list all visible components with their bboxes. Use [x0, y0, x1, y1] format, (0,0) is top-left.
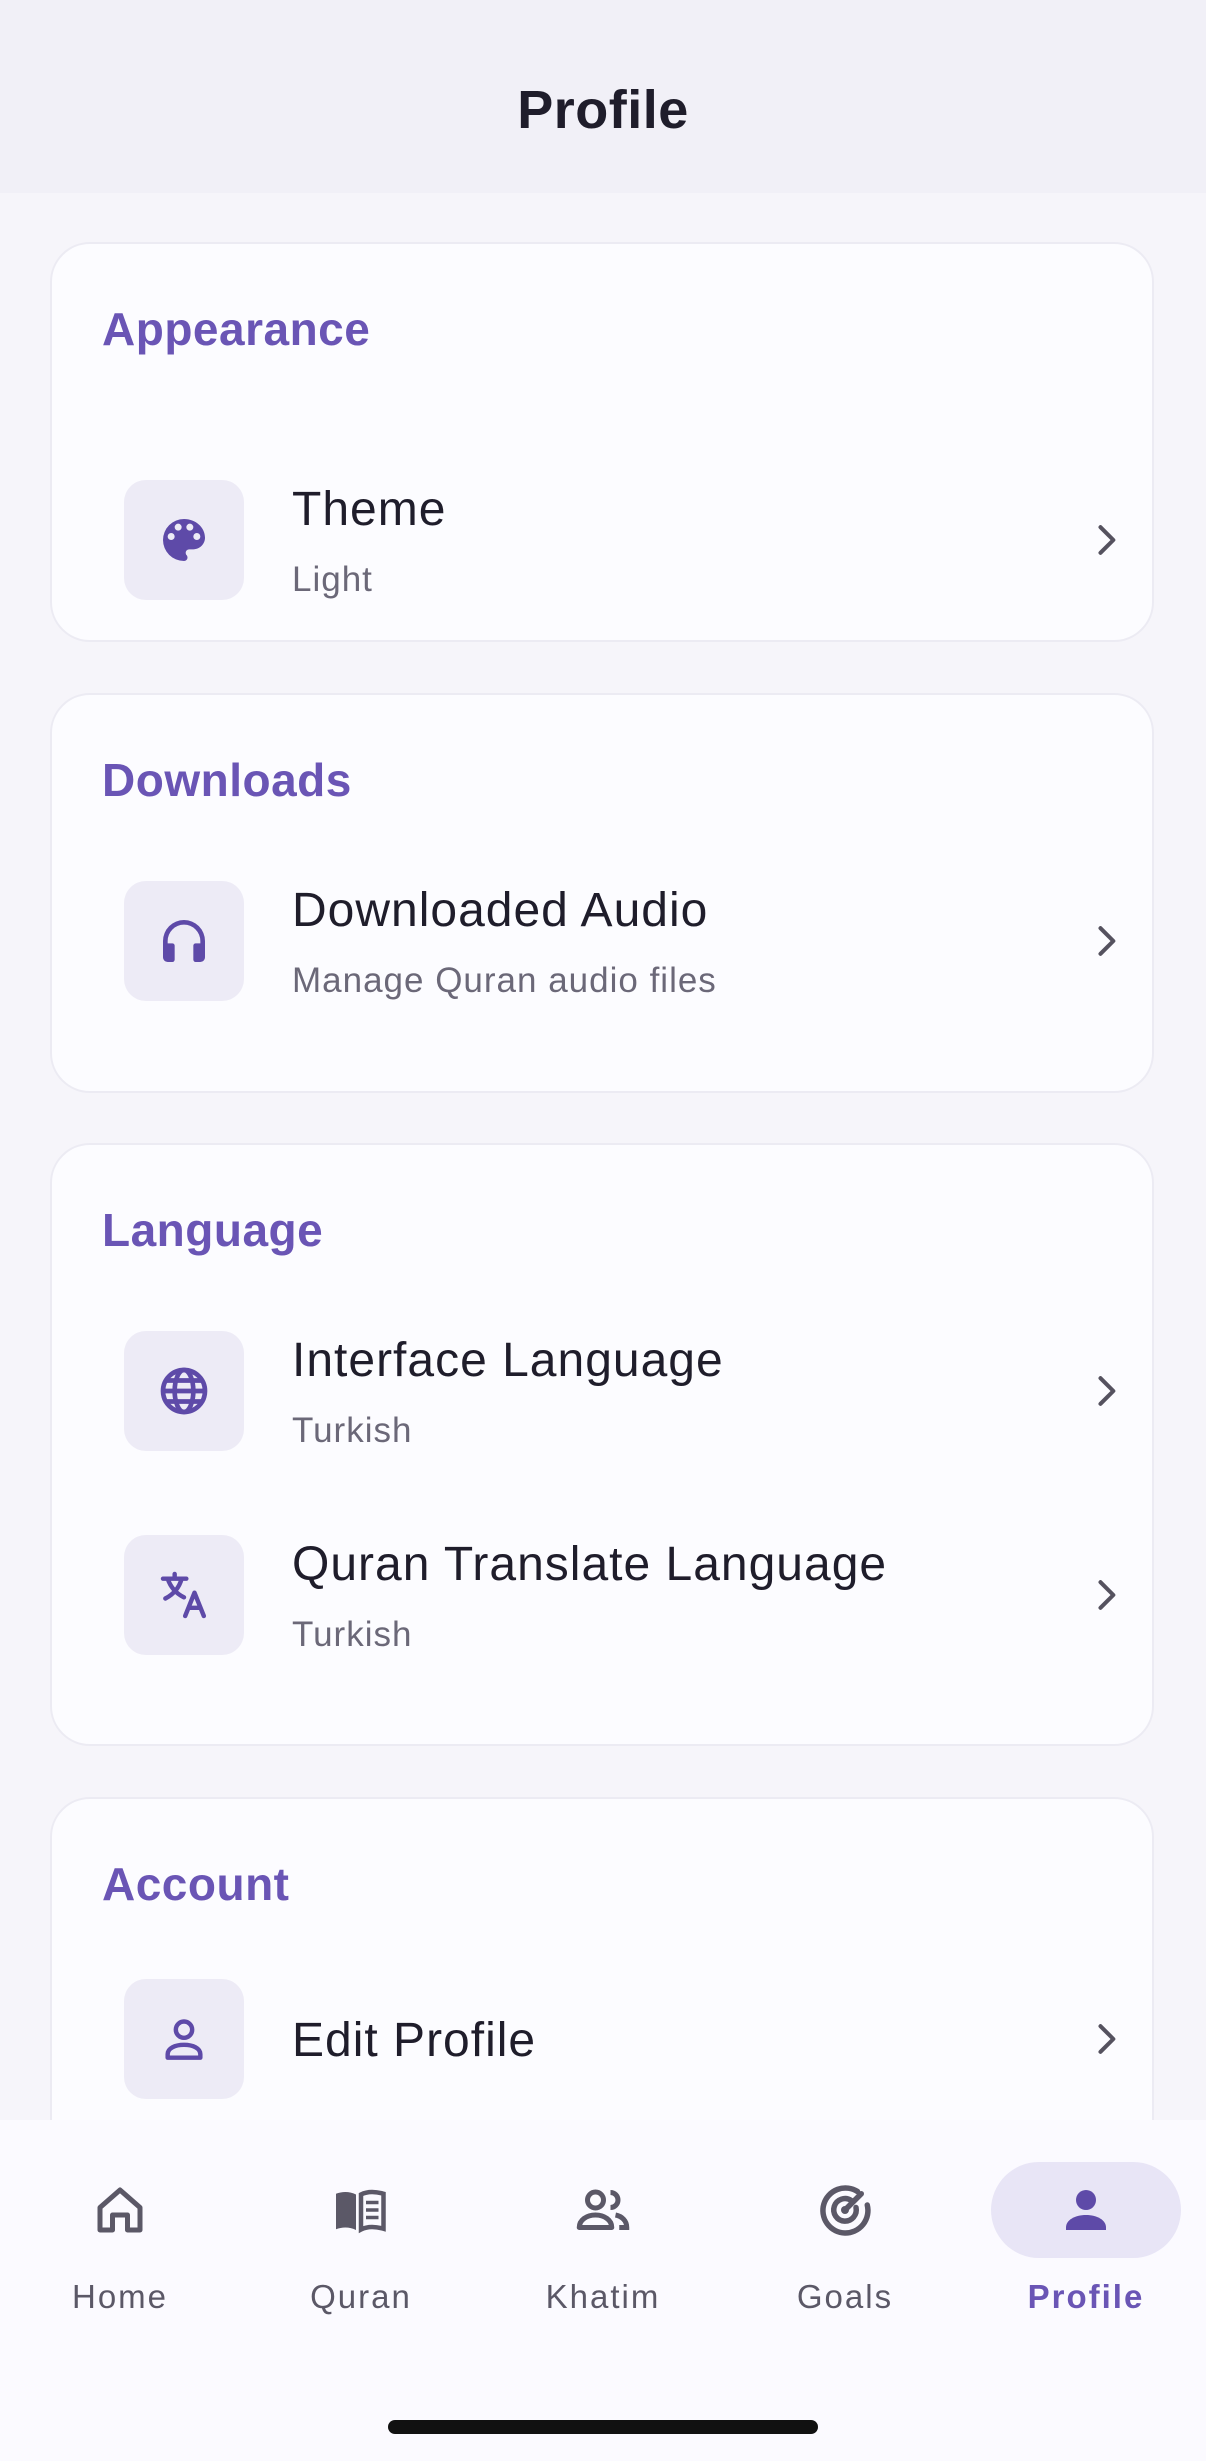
- tab-profile[interactable]: Profile: [991, 2162, 1181, 2315]
- theme-row[interactable]: Theme Light: [124, 480, 1124, 610]
- account-card: Account Edit Profile: [50, 1797, 1154, 2120]
- quran-translate-language-title: Quran Translate Language: [292, 1538, 888, 1591]
- chevron-right-icon: [1098, 2024, 1116, 2054]
- tab-label-goals: Goals: [796, 2278, 894, 2315]
- downloaded-audio-row[interactable]: Downloaded Audio Manage Quran audio file…: [124, 881, 1124, 1011]
- open-book-icon: [336, 2189, 386, 2234]
- top-app-bar: Profile: [0, 0, 1206, 193]
- tab-label-home: Home: [71, 2278, 169, 2315]
- translate-icon: [124, 1535, 244, 1655]
- page-title: Profile: [517, 80, 689, 140]
- interface-language-row[interactable]: Interface Language Turkish: [124, 1331, 1124, 1461]
- downloaded-audio-subtitle: Manage Quran audio files: [292, 961, 717, 1000]
- quran-translate-language-row[interactable]: Quran Translate Language Turkish: [124, 1535, 1124, 1665]
- target-icon: [820, 2185, 871, 2236]
- section-title-language: Language: [102, 1204, 324, 1256]
- settings-list[interactable]: Appearance Theme Light Downloads Downloa…: [0, 193, 1206, 2120]
- section-title-account: Account: [102, 1858, 290, 1910]
- appearance-card: Appearance Theme Light: [50, 242, 1154, 642]
- chevron-right-icon: [1098, 525, 1116, 555]
- theme-value: Light: [292, 560, 373, 599]
- headphones-icon: [124, 881, 244, 1001]
- person-icon: [1066, 2190, 1106, 2230]
- tab-label-khatim: Khatim: [545, 2278, 661, 2315]
- interface-language-title: Interface Language: [292, 1334, 724, 1387]
- edit-profile-title: Edit Profile: [292, 2014, 537, 2067]
- tab-home[interactable]: Home: [25, 2162, 215, 2315]
- tab-khatim[interactable]: Khatim: [508, 2162, 698, 2315]
- tab-quran[interactable]: Quran: [266, 2162, 456, 2315]
- theme-title: Theme: [292, 483, 447, 536]
- home-indicator: [388, 2420, 818, 2434]
- chevron-right-icon: [1098, 1376, 1116, 1406]
- chevron-right-icon: [1098, 1580, 1116, 1610]
- downloaded-audio-title: Downloaded Audio: [292, 884, 709, 937]
- palette-icon: [124, 480, 244, 600]
- chevron-right-icon: [1098, 926, 1116, 956]
- bottom-navigation: Home Quran Khatim Goals Profile: [0, 2120, 1206, 2461]
- language-card: Language Interface Language Turkish Qura…: [50, 1143, 1154, 1746]
- tab-label-profile: Profile: [1027, 2278, 1145, 2315]
- section-title-appearance: Appearance: [102, 303, 371, 355]
- edit-profile-row[interactable]: Edit Profile: [124, 1979, 1124, 2109]
- quran-translate-language-value: Turkish: [292, 1615, 413, 1654]
- downloads-card: Downloads Downloaded Audio Manage Quran …: [50, 693, 1154, 1093]
- globe-icon: [124, 1331, 244, 1451]
- person-outline-icon: [124, 1979, 244, 2099]
- section-title-downloads: Downloads: [102, 754, 352, 806]
- group-icon: [576, 2189, 630, 2230]
- interface-language-value: Turkish: [292, 1411, 413, 1450]
- tab-label-quran: Quran: [310, 2278, 412, 2315]
- tab-goals[interactable]: Goals: [750, 2162, 940, 2315]
- home-icon: [97, 2187, 143, 2233]
